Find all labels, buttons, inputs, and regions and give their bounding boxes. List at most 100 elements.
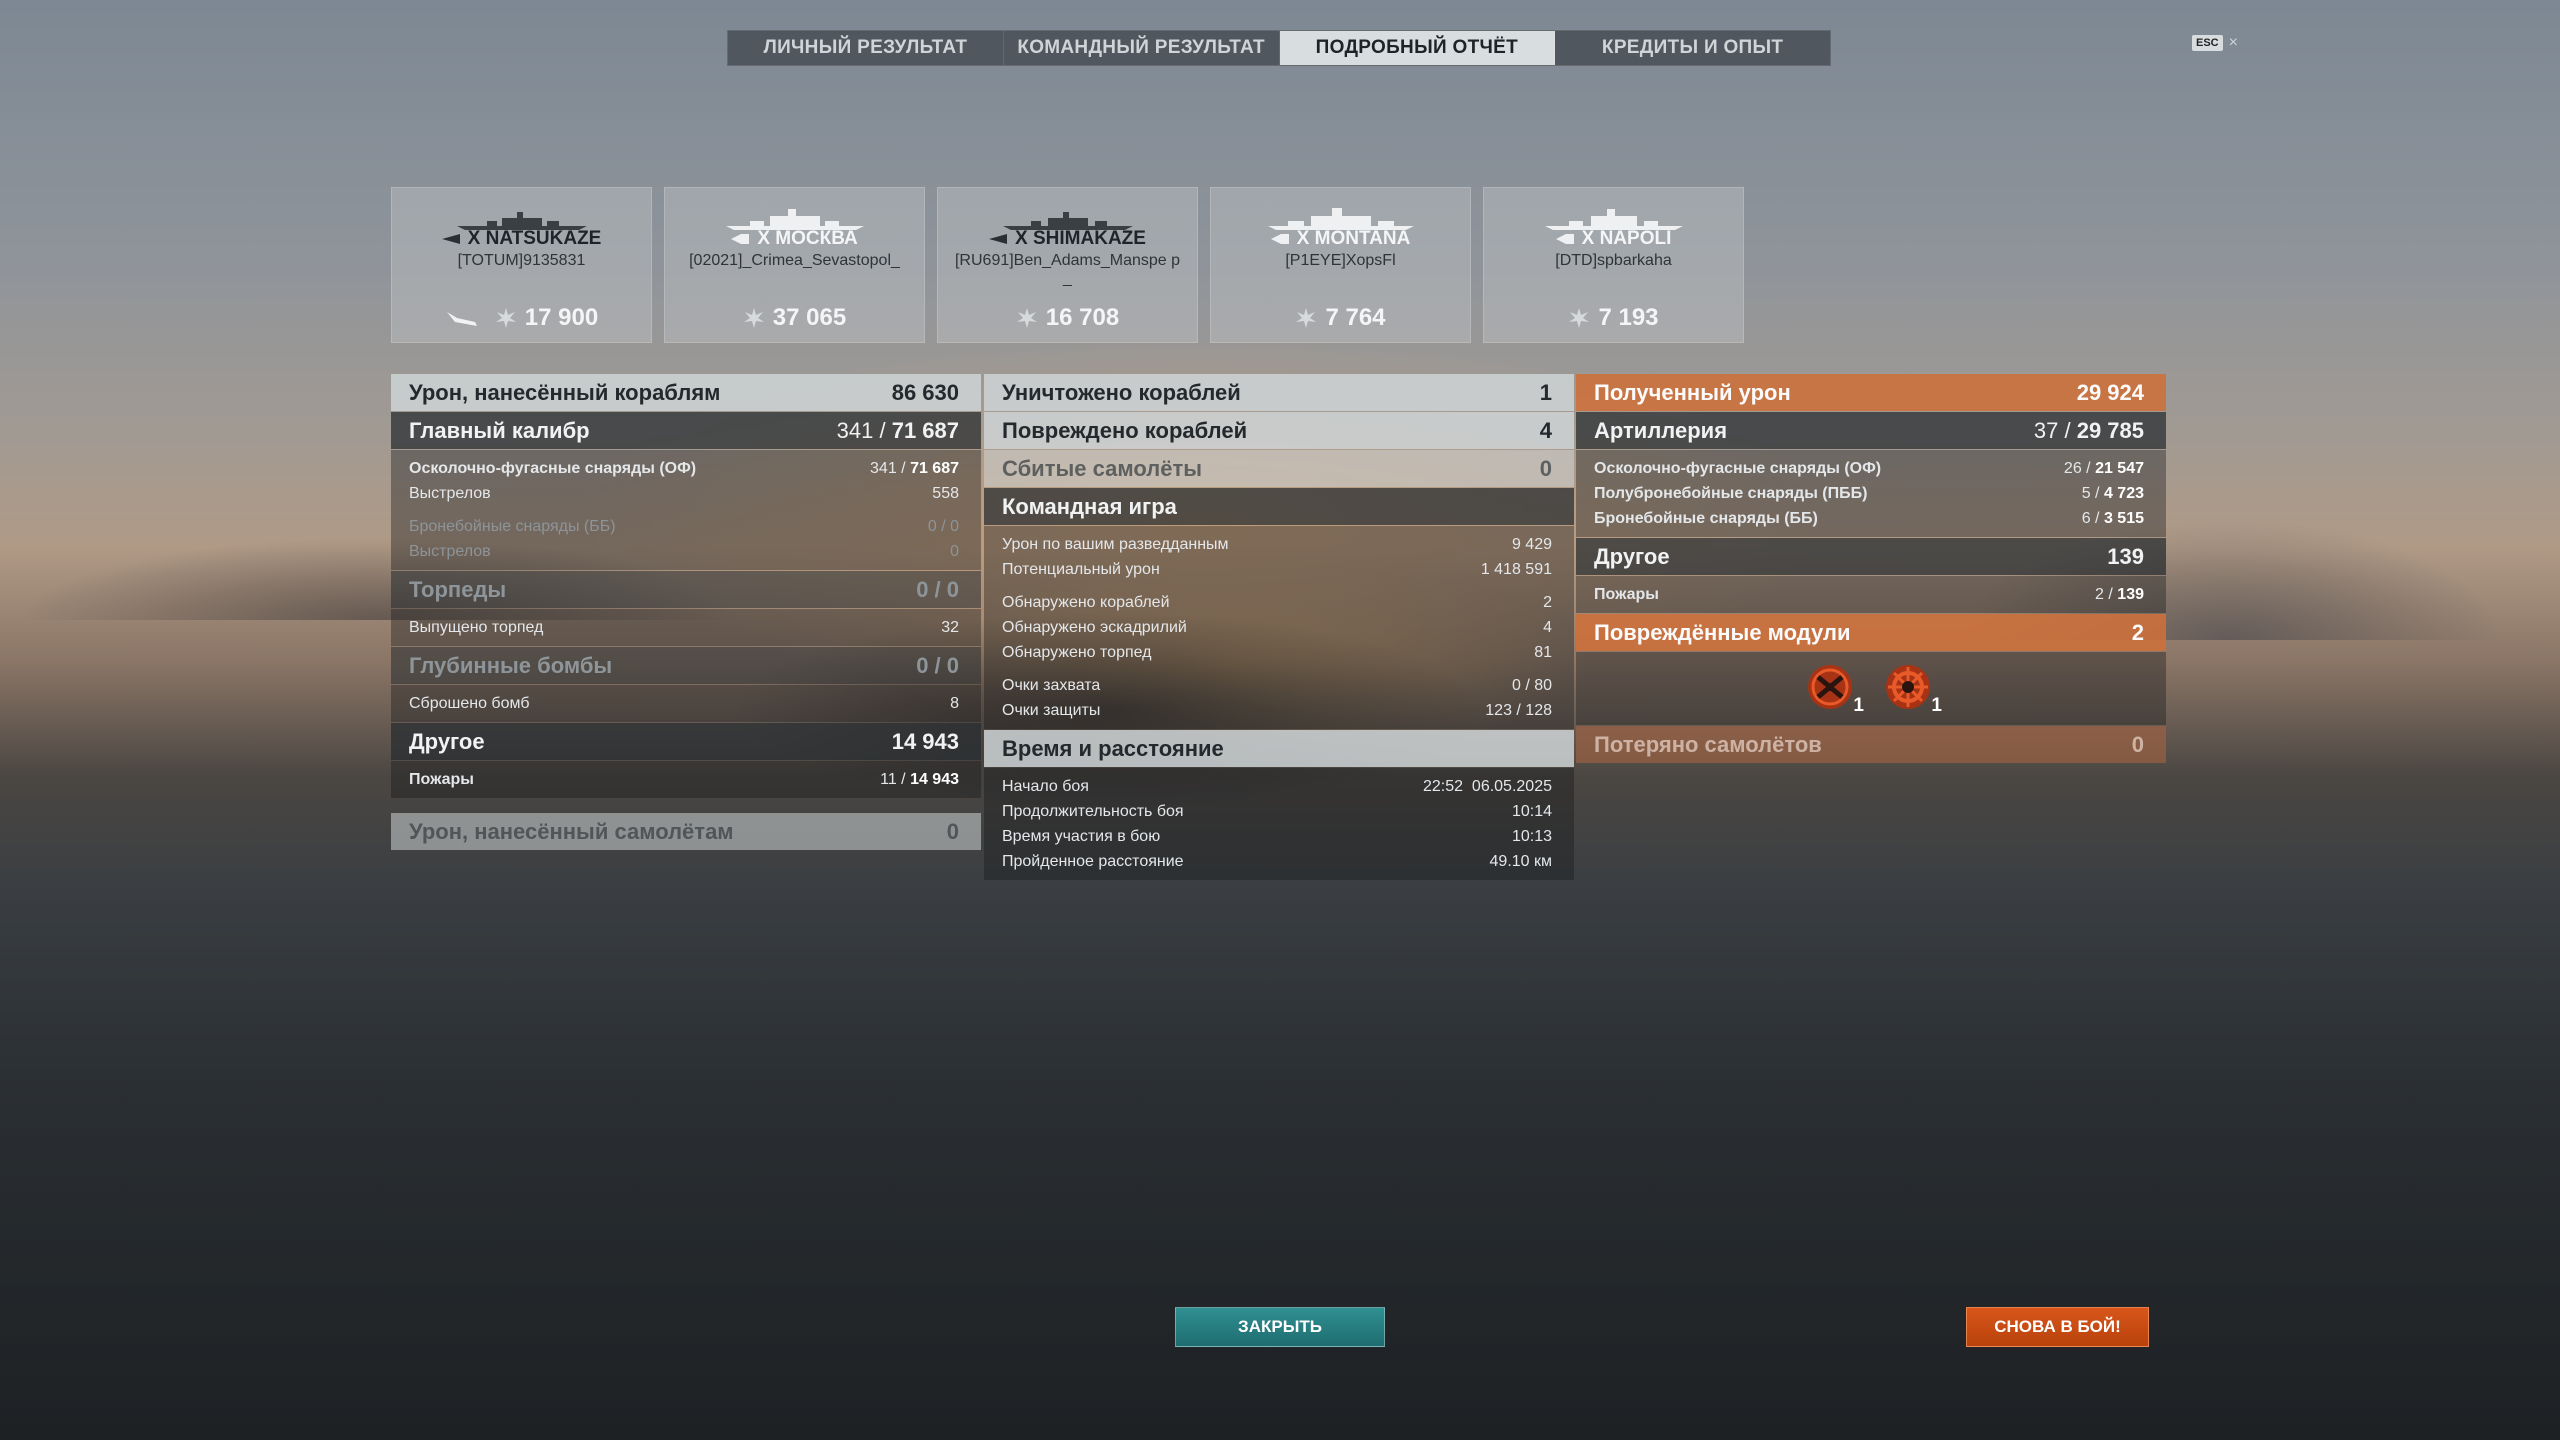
main-caliber-header: Главный калибр 341 / 71 687 [391,412,981,449]
ship-card[interactable]: X МОСКВА [02021]_Crimea_Sevastopol_ 37 0… [664,187,925,343]
battleship-class-icon [1270,234,1289,244]
ship-damage-header: Урон, нанесённый кораблям 86 630 [391,374,981,411]
ship-damage-value: 7 193 [1598,304,1659,331]
destroyer-class-icon [441,234,460,244]
received-other-details: Пожары 2 / 139 [1576,576,2166,613]
depth-charges-details: Сброшено бомб 8 [391,685,981,722]
fires-row: Пожары 11 / 14 943 [409,771,959,788]
battle-again-button[interactable]: СНОВА В БОЙ! [1966,1307,2149,1347]
ship-name: X МОСКВА [757,228,858,249]
player-name: [02021]_Crimea_Sevastopol_ [689,252,900,269]
ship-name: X NAPOLI [1581,228,1672,249]
player-name: [RU691]Ben_Adams_Manspe p_ [954,252,1181,287]
damage-received-column: Полученный урон 29 924 Артиллерия 37 / 2… [1576,374,2166,764]
squadrons-spotted-row: Обнаружено эскадрилий 4 [1002,619,1552,636]
main-caliber-details: Осколочно-фугасные снаряды (ОФ) 341 / 71… [391,450,981,570]
artillery-header: Артиллерия 37 / 29 785 [1576,412,2166,449]
ships-spotted-row: Обнаружено кораблей 2 [1002,594,1552,611]
ship-card[interactable]: X MONTANA [P1EYE]XopsFl 7 764 [1210,187,1471,343]
close-button[interactable]: ЗАКРЫТЬ [1175,1307,1385,1347]
ship-silhouette-icon [1267,208,1414,230]
tab-credits-xp[interactable]: КРЕДИТЫ И ОПЫТ [1555,31,1830,65]
ship-damage-value: 17 900 [524,304,599,331]
battle-duration-row: Продолжительность боя 10:14 [1002,803,1552,820]
player-name: [DTD]spbarkaha [1555,252,1672,269]
capture-points-row: Очки захвата 0 / 80 [1002,677,1552,694]
ship-card[interactable]: X NATSUKAZE [TOTUM]9135831 17 900 [391,187,652,343]
background-sea [0,880,2560,1440]
planes-lost-header: Потеряно самолётов 0 [1576,726,2166,763]
received-he-row: Осколочно-фугасные снаряды (ОФ) 26 / 21 … [1594,460,2144,477]
torpedoes-details: Выпущено торпед 32 [391,609,981,646]
esc-key-icon: ESC [2192,35,2223,51]
received-ap-row: Бронебойные снаряды (ББ) 6 / 3 515 [1594,510,2144,527]
bombs-dropped-row: Сброшено бомб 8 [409,695,959,712]
cruiser-class-icon [731,234,750,244]
ship-card[interactable]: X SHIMAKAZE [RU691]Ben_Adams_Manspe p_ 1… [937,187,1198,343]
battle-summary-column: Уничтожено кораблей 1 Повреждено корабле… [984,374,1574,881]
plane-damage-header: Урон, нанесённый самолётам 0 [391,813,981,850]
damage-burst-icon [743,308,764,328]
esc-close[interactable]: ESC × [2192,34,2238,52]
destroyer-class-icon [989,234,1008,244]
potential-damage-row: Потенциальный урон 1 418 591 [1002,561,1552,578]
other-damage-header: Другое 14 943 [391,723,981,760]
ships-destroyed-header: Уничтожено кораблей 1 [984,374,1574,411]
other-damage-details: Пожары 11 / 14 943 [391,761,981,798]
ap-shells-row: Бронебойные снаряды (ББ) 0 / 0 [409,518,959,535]
damage-burst-icon [495,308,516,328]
propeller-damaged-icon: 1 [1804,661,1864,717]
damaged-modules-list: 1 1 [1576,652,2166,725]
ship-silhouette-icon [725,209,864,230]
planes-shot-header: Сбитые самолёты 0 [984,450,1574,487]
ship-name: X SHIMAKAZE [1015,228,1146,249]
spotting-damage-row: Урон по вашим разведданным 9 429 [1002,536,1552,553]
ship-silhouette-icon [1002,212,1133,230]
damaged-modules-header: Повреждённые модули 2 [1576,614,2166,651]
steering-gear-damaged-icon: 1 [1882,661,1942,717]
time-distance-details: Начало боя 22:52 06.05.2025 Продолжитель… [984,768,1574,880]
tab-team-result[interactable]: КОМАНДНЫЙ РЕЗУЛЬТАТ [1004,31,1280,65]
ship-name: X MONTANA [1296,228,1411,249]
team-play-details: Урон по вашим разведданным 9 429 Потенци… [984,526,1574,729]
damage-burst-icon [1296,308,1317,328]
received-sap-row: Полубронебойные снаряды (ПББ) 5 / 4 723 [1594,485,2144,502]
damage-burst-icon [1569,308,1590,328]
time-in-battle-row: Время участия в бою 10:13 [1002,828,1552,845]
close-icon[interactable]: × [2229,34,2238,52]
received-fires-row: Пожары 2 / 139 [1594,586,2144,603]
ship-cards: X NATSUKAZE [TOTUM]9135831 17 900 X МОСК… [391,187,1744,343]
ship-silhouette-icon [1544,209,1683,230]
aircraft-icon [446,312,477,326]
ship-damage-value: 7 764 [1325,304,1386,331]
ship-card[interactable]: X NAPOLI [DTD]spbarkaha 7 193 [1483,187,1744,343]
received-other-header: Другое 139 [1576,538,2166,575]
distance-travelled-row: Пройденное расстояние 49.10 км [1002,853,1552,870]
tab-personal-result[interactable]: ЛИЧНЫЙ РЕЗУЛЬТАТ [728,31,1004,65]
ship-silhouette-icon [456,212,587,230]
he-shells-row: Осколочно-фугасные снаряды (ОФ) 341 / 71… [409,460,959,477]
battle-start-row: Начало боя 22:52 06.05.2025 [1002,778,1552,795]
player-name: [P1EYE]XopsFl [1285,252,1396,269]
player-name: [TOTUM]9135831 [457,252,586,269]
received-damage-header: Полученный урон 29 924 [1576,374,2166,411]
results-tabs: ЛИЧНЫЙ РЕЗУЛЬТАТ КОМАНДНЫЙ РЕЗУЛЬТАТ ПОД… [727,30,1831,66]
team-play-header: Командная игра [984,488,1574,525]
ships-damaged-header: Повреждено кораблей 4 [984,412,1574,449]
artillery-details: Осколочно-фугасные снаряды (ОФ) 26 / 21 … [1576,450,2166,537]
ship-name: X NATSUKAZE [467,228,602,249]
depth-charges-header: Глубинные бомбы 0 / 0 [391,647,981,684]
torpedoes-header: Торпеды 0 / 0 [391,571,981,608]
cruiser-class-icon [1555,234,1574,244]
damage-burst-icon [1016,308,1037,328]
defense-points-row: Очки защиты 123 / 128 [1002,702,1552,719]
tab-detailed-report[interactable]: ПОДРОБНЫЙ ОТЧЁТ [1279,31,1556,65]
damage-dealt-column: Урон, нанесённый кораблям 86 630 Главный… [391,374,981,851]
time-distance-header: Время и расстояние [984,730,1574,767]
ship-damage-value: 37 065 [772,304,847,331]
ap-shots-row: Выстрелов 0 [409,543,959,560]
torps-launched-row: Выпущено торпед 32 [409,619,959,636]
he-shots-row: Выстрелов 558 [409,485,959,502]
torpedoes-spotted-row: Обнаружено торпед 81 [1002,644,1552,661]
ship-damage-value: 16 708 [1045,304,1120,331]
